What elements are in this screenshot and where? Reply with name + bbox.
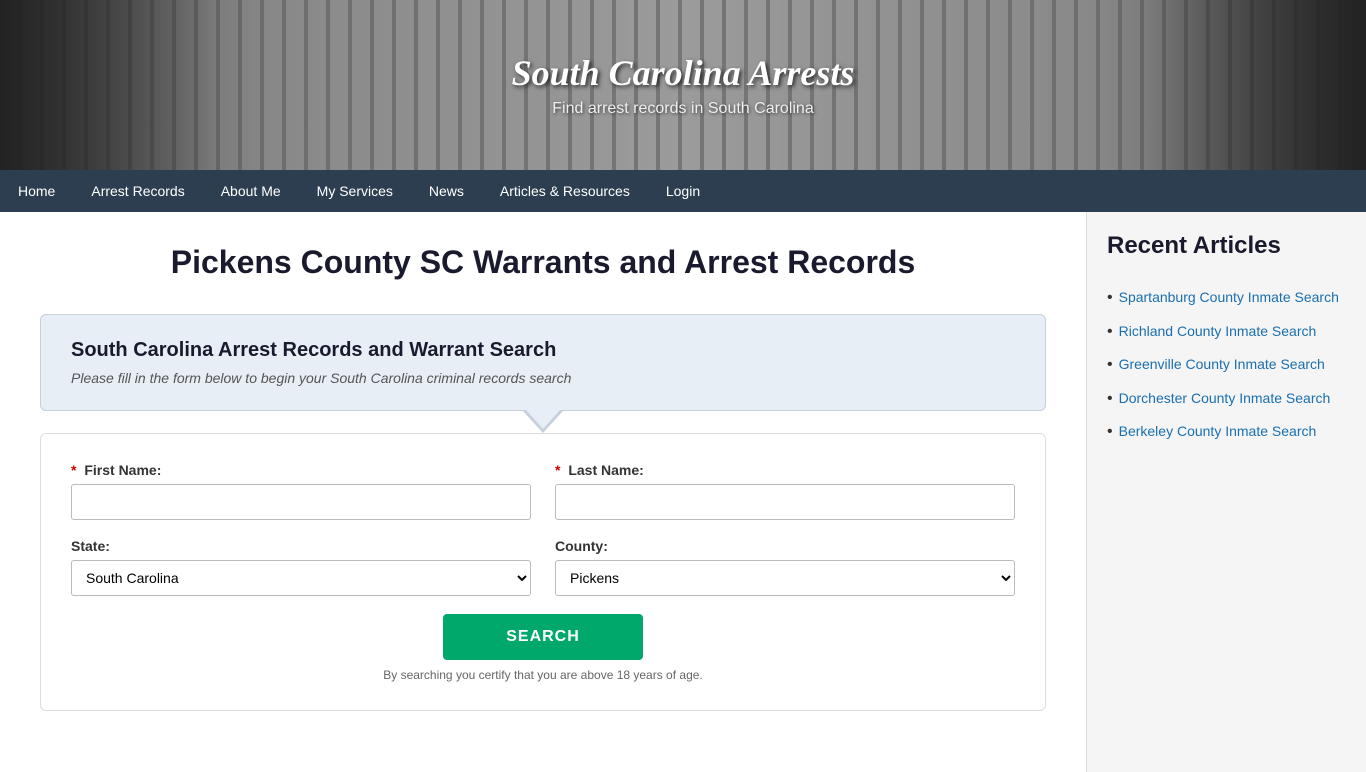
form-disclaimer: By searching you certify that you are ab… — [71, 668, 1015, 682]
hero-hands-right — [1146, 0, 1366, 170]
state-group: State: South Carolina Alabama Georgia No… — [71, 538, 531, 596]
hero-section: South Carolina Arrests Find arrest recor… — [0, 0, 1366, 170]
hero-hands-left — [0, 0, 220, 170]
search-box-title: South Carolina Arrest Records and Warran… — [71, 339, 1015, 362]
first-name-label: * First Name: — [71, 462, 531, 478]
list-item: Spartanburg County Inmate Search — [1107, 288, 1346, 308]
county-select[interactable]: Pickens Berkeley Charleston Greenville R… — [555, 560, 1015, 596]
site-subtitle: Find arrest records in South Carolina — [552, 100, 813, 118]
nav-about-me[interactable]: About Me — [203, 170, 299, 212]
list-item: Berkeley County Inmate Search — [1107, 422, 1346, 442]
search-box-arrow — [523, 411, 563, 433]
recent-articles-list: Spartanburg County Inmate Search Richlan… — [1107, 288, 1346, 442]
site-title: South Carolina Arrests — [512, 52, 855, 94]
state-county-row: State: South Carolina Alabama Georgia No… — [71, 538, 1015, 596]
state-select[interactable]: South Carolina Alabama Georgia North Car… — [71, 560, 531, 596]
county-group: County: Pickens Berkeley Charleston Gree… — [555, 538, 1015, 596]
page-title: Pickens County SC Warrants and Arrest Re… — [40, 242, 1046, 284]
first-name-group: * First Name: — [71, 462, 531, 520]
nav-articles-resources[interactable]: Articles & Resources — [482, 170, 648, 212]
name-row: * First Name: * Last Name: — [71, 462, 1015, 520]
county-label: County: — [555, 538, 1015, 554]
sidebar-title: Recent Articles — [1107, 232, 1346, 268]
article-link-richland[interactable]: Richland County Inmate Search — [1119, 322, 1317, 342]
last-name-input[interactable] — [555, 484, 1015, 520]
article-link-dorchester[interactable]: Dorchester County Inmate Search — [1119, 389, 1331, 409]
nav-my-services[interactable]: My Services — [299, 170, 411, 212]
list-item: Dorchester County Inmate Search — [1107, 389, 1346, 409]
search-button[interactable]: SEARCH — [443, 614, 643, 660]
main-nav: Home Arrest Records About Me My Services… — [0, 170, 1366, 212]
nav-arrest-records[interactable]: Arrest Records — [73, 170, 202, 212]
last-name-group: * Last Name: — [555, 462, 1015, 520]
article-link-greenville[interactable]: Greenville County Inmate Search — [1119, 355, 1325, 375]
search-info-box: South Carolina Arrest Records and Warran… — [40, 314, 1046, 411]
list-item: Greenville County Inmate Search — [1107, 355, 1346, 375]
search-form-section: * First Name: * Last Name: State: — [40, 433, 1046, 711]
last-name-label: * Last Name: — [555, 462, 1015, 478]
first-name-input[interactable] — [71, 484, 531, 520]
nav-home[interactable]: Home — [0, 170, 73, 212]
search-box-subtitle: Please fill in the form below to begin y… — [71, 370, 1015, 386]
page-wrapper: Pickens County SC Warrants and Arrest Re… — [0, 212, 1366, 772]
state-label: State: — [71, 538, 531, 554]
list-item: Richland County Inmate Search — [1107, 322, 1346, 342]
article-link-berkeley[interactable]: Berkeley County Inmate Search — [1119, 422, 1317, 442]
nav-login[interactable]: Login — [648, 170, 718, 212]
sidebar: Recent Articles Spartanburg County Inmat… — [1086, 212, 1366, 772]
nav-news[interactable]: News — [411, 170, 482, 212]
article-link-spartanburg[interactable]: Spartanburg County Inmate Search — [1119, 288, 1339, 308]
main-content: Pickens County SC Warrants and Arrest Re… — [0, 212, 1086, 772]
